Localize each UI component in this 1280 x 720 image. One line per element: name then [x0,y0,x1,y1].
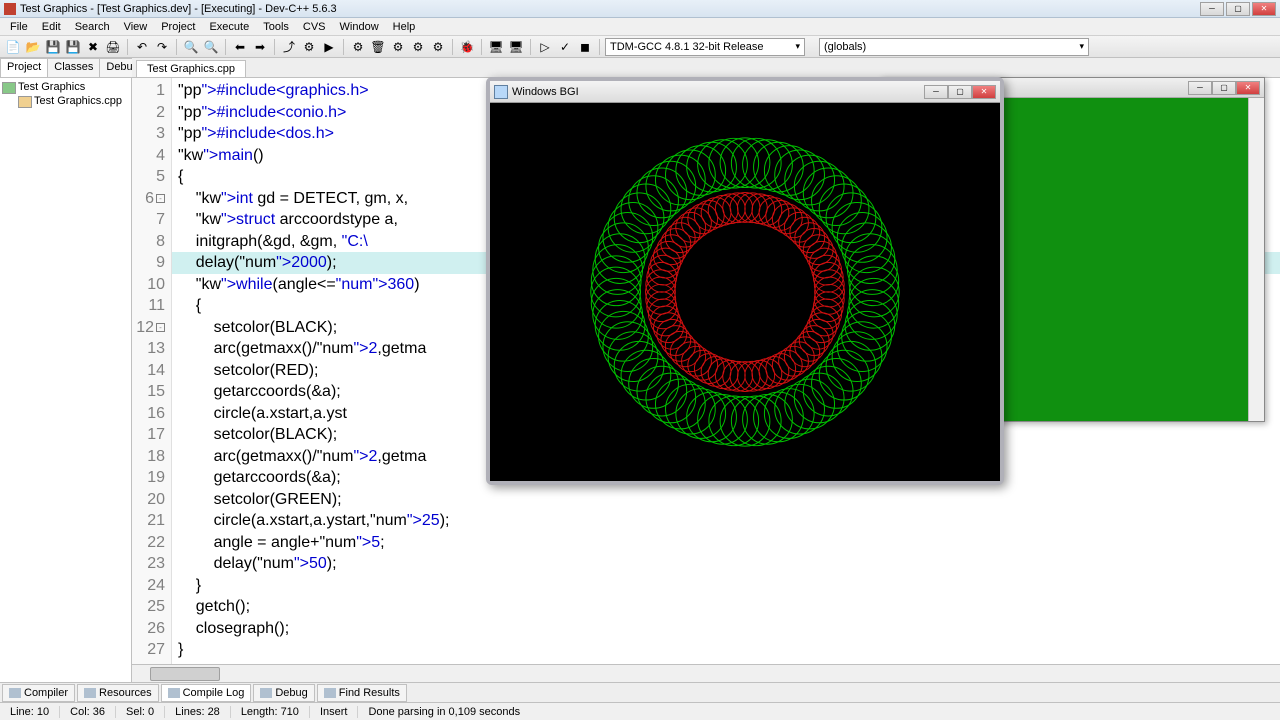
screen2-icon[interactable]: 🖥 [507,38,525,56]
compiler-combo[interactable]: TDM-GCC 4.8.1 32-bit Release [605,38,805,56]
project-tree: Test Graphics Test Graphics.cpp [0,78,131,682]
console-max-icon[interactable]: ▢ [1212,81,1236,95]
scope-combo[interactable]: (globals) [819,38,1089,56]
btab-compile-log[interactable]: Compile Log [161,684,252,702]
bottom-tabs: Compiler Resources Compile Log Debug Fin… [0,682,1280,702]
tree-root[interactable]: Test Graphics [2,80,129,94]
tab-project[interactable]: Project [0,58,48,77]
new-file-icon[interactable]: 📄 [4,38,22,56]
gear1-icon[interactable]: ⚙ [389,38,407,56]
bgi-max-icon[interactable]: ▢ [948,85,972,99]
status-col: Col: 36 [60,706,116,718]
bgi-min-icon[interactable]: ─ [924,85,948,99]
window-title: Test Graphics - [Test Graphics.dev] - [E… [20,3,1200,15]
print-icon[interactable]: 🖨 [104,38,122,56]
compile-icon[interactable]: ⚙ [300,38,318,56]
menu-search[interactable]: Search [69,19,116,35]
toolbar: 📄 📂 💾 💾 ✖ 🖨 ↶ ↷ 🔍 🔍 ⬅ ➡ ⤴ ⚙ ▶ ⚙ 🗑 ⚙ ⚙ ⚙ … [0,36,1280,58]
bgi-close-icon[interactable]: ✕ [972,85,996,99]
menu-help[interactable]: Help [387,19,422,35]
menu-execute[interactable]: Execute [203,19,255,35]
menu-file[interactable]: File [4,19,34,35]
console-min-icon[interactable]: ─ [1188,81,1212,95]
bin-icon[interactable]: 🗑 [369,38,387,56]
tree-file[interactable]: Test Graphics.cpp [2,94,129,108]
maximize-button[interactable]: ▢ [1226,2,1250,16]
menu-edit[interactable]: Edit [36,19,67,35]
title-bar: Test Graphics - [Test Graphics.dev] - [E… [0,0,1280,18]
pause-icon[interactable]: ✓ [556,38,574,56]
minimize-button[interactable]: ─ [1200,2,1224,16]
stop-icon[interactable]: ◼ [576,38,594,56]
find-icon[interactable]: 🔍 [182,38,200,56]
menu-view[interactable]: View [118,19,154,35]
gear2-icon[interactable]: ⚙ [409,38,427,56]
bgi-window[interactable]: Windows BGI ─ ▢ ✕ [486,77,1004,485]
status-mode: Insert [310,706,359,718]
bgi-canvas [490,103,1000,481]
gear3-icon[interactable]: ⚙ [429,38,447,56]
close-button[interactable]: ✕ [1252,2,1276,16]
menu-cvs[interactable]: CVS [297,19,332,35]
debug-icon[interactable]: 🐞 [458,38,476,56]
editor-hscroll[interactable] [132,664,1280,682]
tab-classes[interactable]: Classes [47,58,100,77]
rebuild-icon[interactable]: ⚙ [349,38,367,56]
menu-bar: File Edit Search View Project Execute To… [0,18,1280,36]
replace-icon[interactable]: 🔍 [202,38,220,56]
run-icon[interactable]: ▶ [320,38,338,56]
editor-tab[interactable]: Test Graphics.cpp [136,60,246,77]
status-sel: Sel: 0 [116,706,165,718]
btab-find[interactable]: Find Results [317,684,407,702]
bookmark-next-icon[interactable]: ➡ [251,38,269,56]
btab-resources[interactable]: Resources [77,684,159,702]
line-gutter: 123456-789101112-13141516171819202122232… [132,78,172,664]
bgi-title: Windows BGI [512,86,924,98]
btab-compiler[interactable]: Compiler [2,684,75,702]
redo-icon[interactable]: ↷ [153,38,171,56]
save-icon[interactable]: 💾 [44,38,62,56]
status-length: Length: 710 [231,706,310,718]
status-msg: Done parsing in 0,109 seconds [358,706,1280,718]
open-icon[interactable]: 📂 [24,38,42,56]
close-file-icon[interactable]: ✖ [84,38,102,56]
menu-project[interactable]: Project [155,19,201,35]
undo-icon[interactable]: ↶ [133,38,151,56]
console-scroll[interactable] [1248,98,1264,421]
bookmark-prev-icon[interactable]: ⬅ [231,38,249,56]
play-icon[interactable]: ▷ [536,38,554,56]
status-line: Line: 10 [0,706,60,718]
save-all-icon[interactable]: 💾 [64,38,82,56]
goto-icon[interactable]: ⤴ [280,38,298,56]
left-panel: Project Classes Debug Test Graphics Test… [0,58,132,682]
console-close-icon[interactable]: ✕ [1236,81,1260,95]
menu-window[interactable]: Window [334,19,385,35]
btab-debug[interactable]: Debug [253,684,314,702]
app-icon [4,3,16,15]
status-bar: Line: 10 Col: 36 Sel: 0 Lines: 28 Length… [0,702,1280,720]
status-lines: Lines: 28 [165,706,231,718]
menu-tools[interactable]: Tools [257,19,295,35]
bgi-icon [494,85,508,99]
screen1-icon[interactable]: 🖥 [487,38,505,56]
